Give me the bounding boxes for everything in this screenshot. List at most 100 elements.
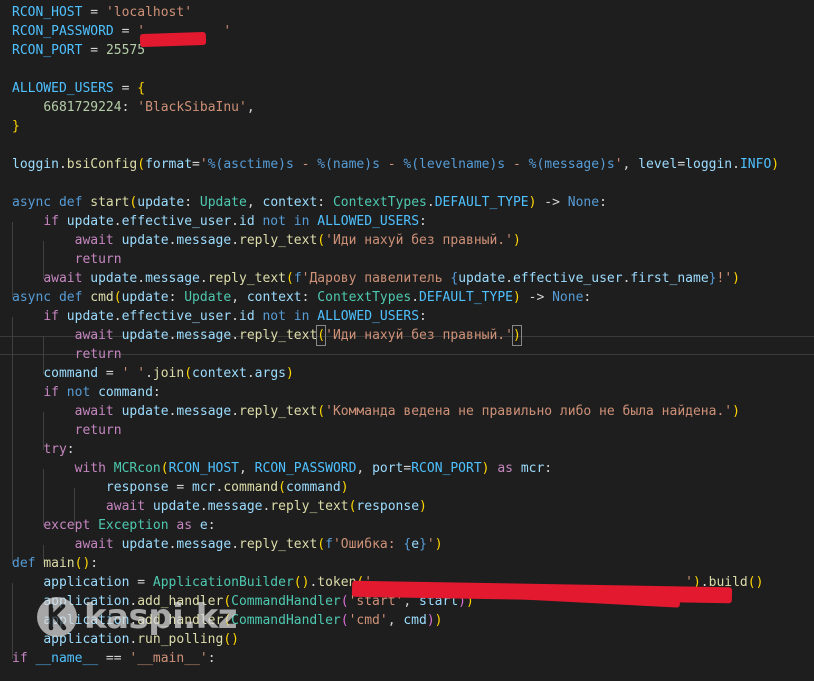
code-line[interactable]: with MCRcon(RCON_HOST, RCON_PASSWORD, po… xyxy=(12,459,553,478)
code-token: , xyxy=(246,100,255,115)
code-line[interactable]: await update.message.reply_text('Комманд… xyxy=(12,402,740,421)
code-token: add_handler xyxy=(137,613,224,628)
code-token: effective_user xyxy=(512,271,623,286)
code-line[interactable]: return xyxy=(12,250,122,269)
code-token: . xyxy=(113,309,122,324)
code-token: message xyxy=(176,328,232,343)
code-token: cmd xyxy=(90,290,114,305)
code-token: : xyxy=(90,556,99,571)
code-token: reply_text xyxy=(239,404,318,419)
code-token: command xyxy=(223,480,279,495)
code-token: as xyxy=(497,461,513,476)
code-token: MCRcon xyxy=(113,461,161,476)
code-line[interactable]: ALLOWED_USERS = { xyxy=(12,79,145,98)
code-token: . xyxy=(137,271,146,286)
code-line[interactable]: application.run_polling() xyxy=(12,630,239,649)
code-line[interactable]: command = ' '.join(context.args) xyxy=(12,364,294,383)
code-token: : xyxy=(583,290,592,305)
code-token: : xyxy=(317,195,333,210)
code-token: effective_user xyxy=(121,309,232,324)
code-token: = xyxy=(192,157,200,172)
code-line[interactable]: try: xyxy=(12,440,74,459)
code-token: RCON_PORT xyxy=(12,43,83,58)
code-line[interactable]: await update.message.reply_text('Иди нах… xyxy=(12,325,522,346)
code-line[interactable]: RCON_PORT = 25575 xyxy=(12,41,145,60)
code-line[interactable]: if not command: xyxy=(12,383,160,402)
code-line[interactable]: await update.message.reply_text(f'Ошибка… xyxy=(12,535,443,554)
code-token: ) xyxy=(231,632,239,647)
code-line[interactable]: 6681729224: 'BlackSibaInu', xyxy=(12,98,255,117)
code-line[interactable]: async def start(update: Update, context:… xyxy=(12,193,607,212)
code-token: ) xyxy=(426,613,435,628)
code-line[interactable]: RCON_HOST = 'localhost' xyxy=(12,3,192,22)
code-token: token xyxy=(317,575,357,590)
code-token: not xyxy=(262,309,286,324)
code-line[interactable]: return xyxy=(12,345,122,364)
code-token: : xyxy=(599,195,607,210)
code-token: ) xyxy=(340,480,349,495)
code-token: : xyxy=(544,461,553,476)
code-token: port xyxy=(372,461,404,476)
password-redaction xyxy=(139,31,207,48)
code-line[interactable]: def main(): xyxy=(12,554,98,573)
code-token: . xyxy=(199,499,208,514)
code-token: ' xyxy=(426,537,435,552)
code-line[interactable]: await update.message.reply_text('Иди нах… xyxy=(12,231,521,250)
code-token: ( xyxy=(293,575,302,590)
code-token: = xyxy=(98,366,122,381)
code-token: = xyxy=(82,43,106,58)
code-line[interactable]: except Exception as e: xyxy=(12,516,215,535)
code-token: : xyxy=(168,290,185,305)
code-token: level xyxy=(638,157,678,172)
code-token: == xyxy=(98,651,130,666)
code-token: context xyxy=(192,366,247,381)
code-token: update xyxy=(121,290,169,305)
code-token: if xyxy=(43,385,59,400)
code-line[interactable]: async def cmd(update: Update, context: C… xyxy=(12,288,591,307)
code-token: ( xyxy=(184,366,193,381)
code-editor[interactable]: RCON_HOST = 'localhost' RCON_PASSWORD = '… xyxy=(0,0,814,681)
code-line[interactable]: return xyxy=(12,421,122,440)
code-token: } xyxy=(708,271,717,286)
code-token: ( xyxy=(317,537,326,552)
code-line[interactable]: if update.effective_user.id not in ALLOW… xyxy=(12,307,427,326)
code-token: . xyxy=(426,195,435,210)
code-token: context xyxy=(246,290,302,305)
code-line[interactable]: } xyxy=(12,117,20,136)
code-token: . xyxy=(231,309,239,324)
code-line[interactable]: await update.message.reply_text(f'Дарову… xyxy=(12,269,740,288)
code-token: , xyxy=(231,290,247,305)
code-token: !' xyxy=(716,271,733,286)
code-line[interactable]: loggin.bsiConfig(format='%(asctime)s - %… xyxy=(12,155,779,174)
code-line[interactable]: await update.message.reply_text(response… xyxy=(12,497,427,516)
code-line[interactable]: application.add_handler(CommandHandler('… xyxy=(12,611,442,630)
code-line[interactable]: response = mcr.command(command) xyxy=(12,478,349,497)
code-token: application xyxy=(43,575,130,590)
code-token: 'Иди нахуй без правный.' xyxy=(325,233,513,248)
code-token: ) xyxy=(771,157,780,172)
code-line[interactable]: if update.effective_user.id not in ALLOW… xyxy=(12,212,427,231)
code-token: ' xyxy=(614,157,623,172)
code-token: update xyxy=(121,233,169,248)
code-token: update xyxy=(121,537,169,552)
code-token: 'localhost' xyxy=(105,5,193,20)
code-token: reply_text xyxy=(207,271,286,286)
code-token: await xyxy=(74,537,114,552)
code-token: reply_text xyxy=(239,537,318,552)
code-line[interactable]: if __name__ == '__main__': xyxy=(12,649,216,668)
code-token: 'Ошибка: xyxy=(332,537,404,552)
